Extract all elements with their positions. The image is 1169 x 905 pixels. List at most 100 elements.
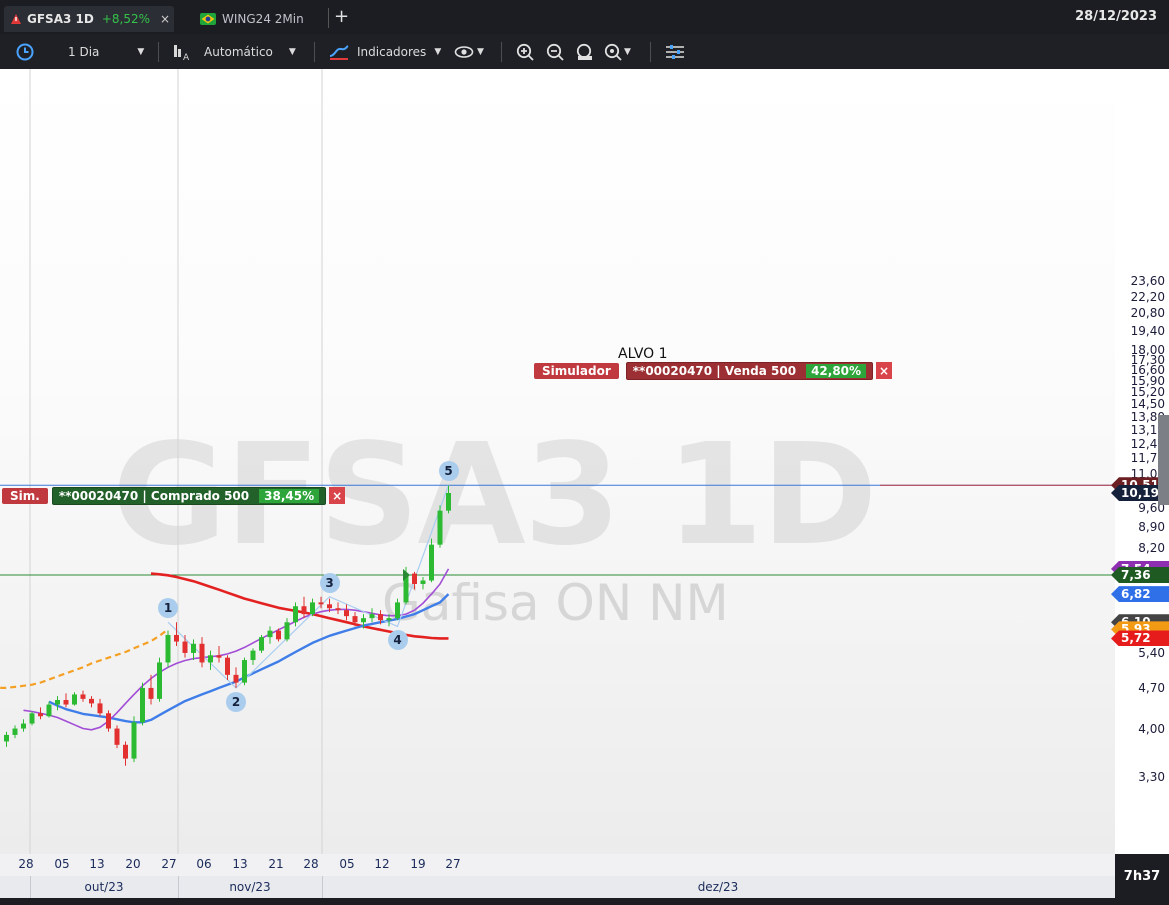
sell-order-close-icon[interactable]: × <box>876 362 893 379</box>
candle-body <box>165 634 171 663</box>
price-tick: 22,20 <box>1130 289 1165 304</box>
candle-body <box>437 510 443 545</box>
axis-scroll-handle[interactable] <box>1158 415 1169 505</box>
divider <box>650 42 651 62</box>
candle-body <box>216 655 222 658</box>
candle-body <box>199 643 205 663</box>
candle-body <box>429 544 434 581</box>
wave-label-3[interactable]: 3 <box>319 572 340 593</box>
date-tick: 21 <box>268 857 284 871</box>
scale-icon: A <box>174 44 190 61</box>
candle-body <box>361 618 366 623</box>
date-tick: 20 <box>125 857 141 871</box>
candle-body <box>29 713 35 724</box>
date-tick: 19 <box>410 857 426 871</box>
wave-label-4[interactable]: 4 <box>387 630 408 651</box>
sell-order-text: **00020470 | Venda 500 <box>632 363 797 378</box>
buy-order-close-icon[interactable]: × <box>329 487 346 504</box>
alvo-annotation: ALVO 1 <box>618 346 668 362</box>
month-divider <box>322 876 323 898</box>
sell-order-pct: 42,80% <box>806 363 867 378</box>
candle-body <box>318 602 324 605</box>
scale-select[interactable]: A Automático ▼ <box>172 34 296 69</box>
divider <box>501 42 502 62</box>
sell-order-label[interactable]: Simulador **00020470 | Venda 500 42,80% … <box>534 361 893 380</box>
eye-icon[interactable]: ▼ <box>454 34 484 69</box>
candle-body <box>4 734 9 742</box>
buy-order-label[interactable]: Sim. **00020470 | Comprado 500 38,45% × <box>2 486 346 505</box>
chevron-down-icon: ▼ <box>434 46 442 57</box>
tab-close-icon[interactable]: × <box>160 12 170 26</box>
price-tick: 8,20 <box>1138 540 1165 555</box>
candle-body <box>395 602 400 619</box>
candle-body <box>335 608 341 611</box>
wave-label-5[interactable]: 5 <box>438 461 459 482</box>
flag-brazil-icon <box>200 13 216 25</box>
month-label: dez/23 <box>697 880 739 894</box>
candle-body <box>157 662 162 699</box>
candle-body <box>293 606 298 623</box>
candle-body <box>242 660 247 683</box>
candle-body <box>276 630 281 640</box>
buy-order-box: **00020470 | Comprado 500 38,45% <box>51 486 327 505</box>
candle-body <box>55 699 60 705</box>
zoom-in-icon[interactable] <box>516 34 534 69</box>
warning-icon <box>11 14 21 24</box>
date-tick: 06 <box>196 857 212 871</box>
indicators-button[interactable]: Indicadores ▼ <box>328 34 441 69</box>
candle-body <box>208 655 213 663</box>
divider <box>314 42 315 62</box>
candle-body <box>89 698 94 704</box>
zoom-options-icon[interactable]: ▼ <box>604 34 631 69</box>
buy-order-text: **00020470 | Comprado 500 <box>58 488 250 503</box>
settings-sliders-icon[interactable] <box>665 34 685 69</box>
candle-body <box>327 604 332 609</box>
candle-body <box>131 722 137 759</box>
date-tick: 28 <box>18 857 34 871</box>
chevron-down-icon: ▼ <box>137 46 145 57</box>
wave-label-2[interactable]: 2 <box>226 691 246 712</box>
buy-order-pct: 38,45% <box>259 488 320 503</box>
candle-body <box>446 492 451 511</box>
candle-body <box>72 694 77 705</box>
candle-body <box>420 580 426 585</box>
date-tick: 27 <box>445 857 461 871</box>
candle-body <box>259 637 264 651</box>
sell-order-box: **00020470 | Venda 500 42,80% <box>625 361 874 380</box>
candle-body <box>148 687 154 699</box>
candle-body <box>182 641 188 653</box>
date-tick: 05 <box>339 857 355 871</box>
month-label: out/23 <box>84 880 124 894</box>
candle-body <box>140 687 145 723</box>
scale-label: Automático <box>204 44 273 59</box>
wave-label-1[interactable]: 1 <box>158 598 178 619</box>
zoom-out-icon[interactable] <box>546 34 564 69</box>
price-tick: 23,60 <box>1130 274 1165 289</box>
candle-body <box>21 723 26 729</box>
tab-wing24[interactable]: WING24 2Min <box>196 6 326 32</box>
candle-body <box>123 744 128 759</box>
date-tick: 13 <box>89 857 105 871</box>
price-tick: 8,90 <box>1138 520 1165 535</box>
date-tick: 05 <box>54 857 70 871</box>
candle-body <box>412 573 417 585</box>
candle-body <box>369 614 375 619</box>
candle-body <box>225 657 230 675</box>
candle-body <box>114 728 120 745</box>
add-tab-icon[interactable]: + <box>334 6 349 27</box>
period-select[interactable]: 1 Dia ▼ <box>68 34 144 69</box>
period-label: 1 Dia <box>68 44 100 59</box>
svg-text:A: A <box>183 53 190 61</box>
candle-body <box>38 713 43 717</box>
month-label: nov/23 <box>229 880 271 894</box>
time-axis[interactable]: 28 05 13 20 27 06 13 21 28 05 12 19 27 <box>0 854 1115 876</box>
tab-gfsa3[interactable]: GFSA3 1D +8,52% × <box>4 6 174 32</box>
candlestick-chart[interactable] <box>0 69 1115 854</box>
candle-body <box>63 699 69 705</box>
clock-icon[interactable] <box>16 34 34 69</box>
zoom-reset-icon[interactable] <box>576 34 594 69</box>
price-tag: 5,72 <box>1111 630 1169 647</box>
price-tick: 20,80 <box>1130 306 1165 321</box>
date-tick: 13 <box>232 857 248 871</box>
candle-body <box>310 602 315 615</box>
